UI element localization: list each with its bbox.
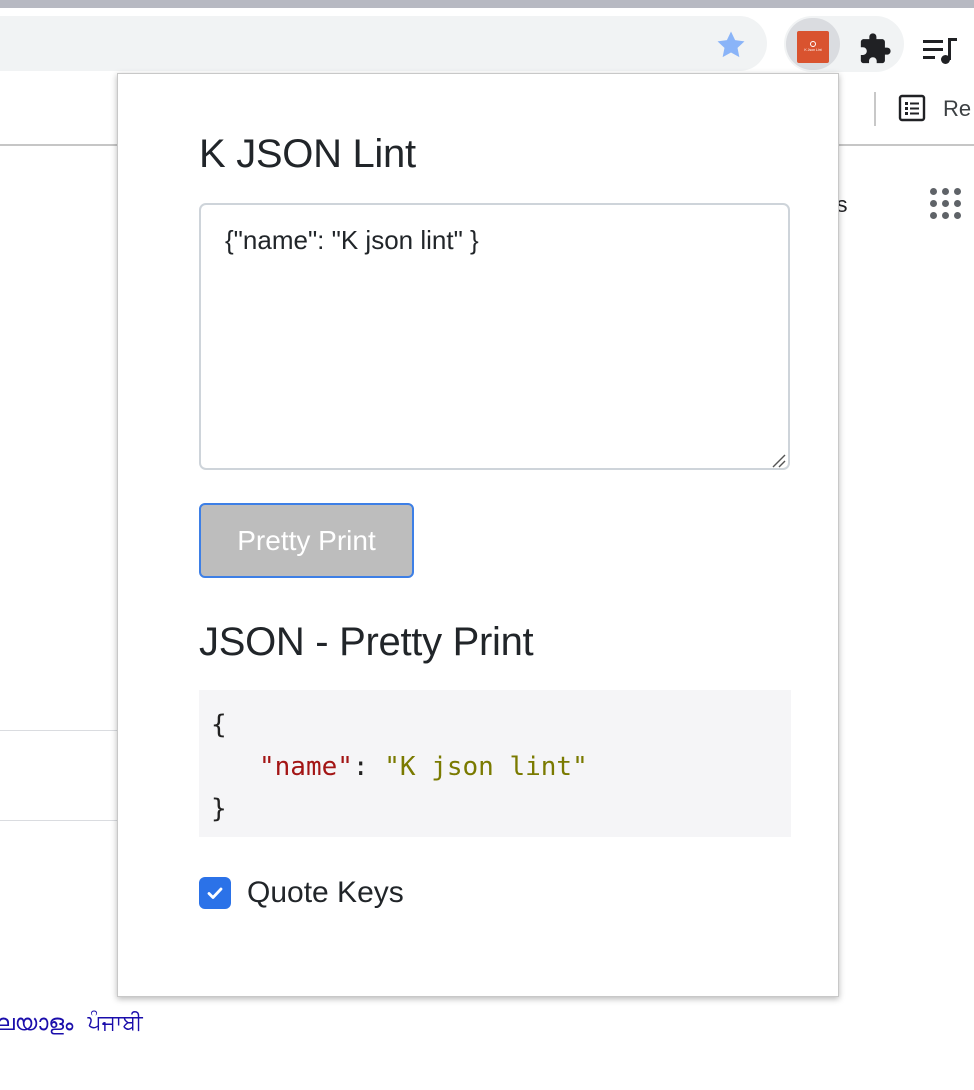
json-colon: : xyxy=(352,752,385,782)
page-divider xyxy=(0,820,130,821)
extension-popup: K JSON Lint {"name": "K json lint" } Pre… xyxy=(117,73,839,997)
pretty-print-button[interactable]: Pretty Print xyxy=(199,503,414,578)
apps-grid-icon[interactable] xyxy=(930,188,970,228)
quote-keys-checkbox[interactable] xyxy=(199,877,231,909)
reading-list-icon[interactable] xyxy=(898,94,926,122)
quote-keys-label[interactable]: Quote Keys xyxy=(247,876,404,910)
k-json-lint-extension-icon[interactable]: K Json Lint xyxy=(797,31,829,63)
json-output: { "name": "K json lint" } xyxy=(199,690,791,837)
checkmark-icon xyxy=(207,887,223,899)
output-close-brace: } xyxy=(211,794,227,824)
browser-window: K Json Lint ts Re ges xyxy=(0,0,974,1090)
puzzle-icon[interactable] xyxy=(858,32,892,66)
json-input[interactable]: {"name": "K json lint" } xyxy=(199,203,790,470)
bookmarks-divider xyxy=(874,92,876,126)
json-value: "K json lint" xyxy=(384,752,588,782)
logo-ring-icon xyxy=(810,41,816,48)
tab-strip xyxy=(0,0,974,8)
output-open-brace: { xyxy=(211,710,227,740)
browser-toolbar: K Json Lint xyxy=(0,8,974,80)
bookmark-star-icon[interactable] xyxy=(714,28,748,62)
output-heading: JSON - Pretty Print xyxy=(199,620,534,664)
resize-grip-icon[interactable] xyxy=(770,452,786,468)
reading-list-label[interactable]: Re xyxy=(943,96,971,122)
json-key: "name" xyxy=(259,752,353,782)
popup-title: K JSON Lint xyxy=(199,132,416,176)
address-bar[interactable] xyxy=(0,16,767,71)
language-links[interactable]: ലയാളം ਪੰਜਾਬੀ xyxy=(0,1010,143,1036)
page-divider xyxy=(0,730,130,731)
media-control-icon[interactable] xyxy=(920,32,960,72)
output-key-line: "name": "K json lint" xyxy=(211,746,779,788)
quote-keys-option: Quote Keys xyxy=(199,876,404,910)
extension-logo-text: K Json Lint xyxy=(804,48,822,53)
